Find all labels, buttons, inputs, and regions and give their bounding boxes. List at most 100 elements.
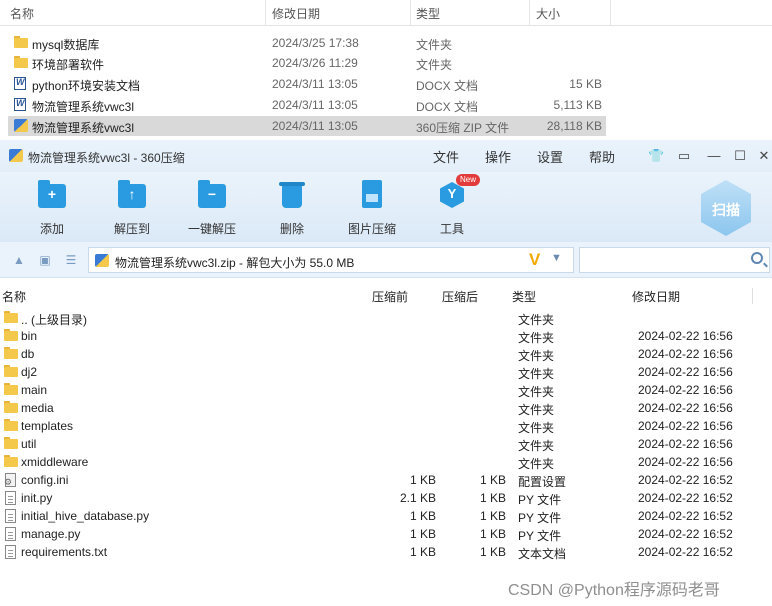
list-view-icon[interactable]: ☰ <box>63 253 79 267</box>
scan-button[interactable]: 扫描 <box>701 200 751 220</box>
tools-button[interactable]: Y New 工具 <box>417 174 487 237</box>
zip-list-row[interactable]: xmiddleware 文件夹 2024-02-22 16:56 <box>0 453 760 471</box>
file-name: mysql数据库 <box>32 38 100 52</box>
file-type: 配置设置 <box>518 475 567 489</box>
col-packed-size[interactable]: 压缩后 <box>442 288 478 305</box>
zip-list-row[interactable]: manage.py 1 KB 1 KB PY 文件 2024-02-22 16:52 <box>0 525 760 543</box>
col-size[interactable]: 大小 <box>536 5 560 22</box>
zip-list-row[interactable]: config.ini 1 KB 1 KB 配置设置 2024-02-22 16:52 <box>0 471 760 489</box>
file-type: 文件夹 <box>518 367 555 381</box>
col-type[interactable]: 类型 <box>416 5 440 22</box>
col-compressed-size[interactable]: 压缩前 <box>372 288 408 305</box>
delete-label: 删除 <box>279 222 304 236</box>
zip-list-row[interactable]: bin 文件夹 2024-02-22 16:56 <box>0 327 760 345</box>
search-icon[interactable] <box>751 252 763 264</box>
image-file-icon <box>356 180 388 210</box>
zip-list-row[interactable]: main 文件夹 2024-02-22 16:56 <box>0 381 760 399</box>
address-bar: ▲ ▣ ☰ 物流管理系统vwc3l.zip - 解包大小为 55.0 MB V … <box>0 242 772 278</box>
col-name[interactable]: 名称 <box>10 5 34 22</box>
original-size: 1 KB <box>409 509 436 523</box>
file-date: 2024/3/25 17:38 <box>272 36 359 50</box>
zip-list-row[interactable]: init.py 2.1 KB 1 KB PY 文件 2024-02-22 16:52 <box>0 489 760 507</box>
file-date: 2024-02-22 16:56 <box>638 365 733 379</box>
file-name: templates <box>21 419 74 433</box>
menu-settings[interactable]: 设置 <box>537 147 563 166</box>
packed-size: 1 KB <box>479 509 506 523</box>
folder-icon <box>4 401 18 415</box>
file-name: manage.py <box>21 527 81 541</box>
explorer-row[interactable]: 物流管理系统vwc3l 2024/3/11 13:05 DOCX 文档 5,11… <box>8 95 606 115</box>
up-arrow-icon[interactable]: ▲ <box>11 253 27 267</box>
column-divider[interactable] <box>410 0 411 26</box>
explorer-row[interactable]: mysql数据库 2024/3/25 17:38 文件夹 <box>8 33 606 53</box>
add-button[interactable]: + 添加 <box>17 180 87 237</box>
delete-button[interactable]: 删除 <box>257 180 327 237</box>
folder-icon <box>14 56 28 69</box>
zip-list-row[interactable]: media 文件夹 2024-02-22 16:56 <box>0 399 760 417</box>
file-name: bin <box>21 329 38 343</box>
file-date: 2024-02-22 16:52 <box>638 473 733 487</box>
zip-list-row[interactable]: util 文件夹 2024-02-22 16:56 <box>0 435 760 453</box>
column-divider[interactable] <box>265 0 266 26</box>
menu-operation[interactable]: 操作 <box>485 147 511 166</box>
zip-list-row[interactable]: templates 文件夹 2024-02-22 16:56 <box>0 417 760 435</box>
skin-icon[interactable]: 👕 <box>648 148 664 164</box>
window-titlebar[interactable]: 物流管理系统vwc3l - 360压缩 文件 操作 设置 帮助 👕 ▭ — ☐ … <box>0 140 772 172</box>
file-date: 2024-02-22 16:56 <box>638 347 733 361</box>
text-file-icon <box>4 509 18 523</box>
explorer-row[interactable]: 环境部署软件 2024/3/26 11:29 文件夹 <box>8 53 606 73</box>
original-size: 1 KB <box>409 545 436 559</box>
file-type: 文本文档 <box>518 547 567 561</box>
explorer-row[interactable]: python环境安装文档 2024/3/11 13:05 DOCX 文档 15 … <box>8 74 606 94</box>
zip-list-row[interactable]: db 文件夹 2024-02-22 16:56 <box>0 345 760 363</box>
text-file-icon <box>4 545 18 559</box>
file-size: 28,118 KB <box>546 119 602 133</box>
zip-archive-icon <box>95 254 109 267</box>
file-type: 文件夹 <box>416 58 453 72</box>
col-date[interactable]: 修改日期 <box>632 288 680 305</box>
thumbnail-view-icon[interactable]: ▣ <box>37 253 53 267</box>
minimize-button[interactable]: — <box>706 148 722 164</box>
chevron-down-icon[interactable]: ▼ <box>551 252 562 264</box>
file-date: 2024-02-22 16:56 <box>638 329 733 343</box>
text-file-icon <box>4 491 18 505</box>
file-name: config.ini <box>21 473 69 487</box>
close-button[interactable]: ✕ <box>756 148 772 164</box>
column-divider[interactable] <box>610 0 611 26</box>
image-compress-button[interactable]: 图片压缩 <box>337 180 407 237</box>
file-type: PY 文件 <box>518 511 562 525</box>
file-name: dj2 <box>21 365 38 379</box>
explorer-row-selected[interactable]: 物流管理系统vwc3l 2024/3/11 13:05 360压缩 ZIP 文件… <box>8 116 606 136</box>
column-divider[interactable] <box>752 288 753 304</box>
file-name: requirements.txt <box>21 545 108 559</box>
file-type: 360压缩 ZIP 文件 <box>416 121 510 135</box>
menu-help[interactable]: 帮助 <box>589 147 615 166</box>
folder-icon <box>4 419 18 433</box>
zip-list-header: 名称 压缩前 压缩后 类型 修改日期 <box>0 286 772 306</box>
menu-file[interactable]: 文件 <box>433 147 459 166</box>
col-date[interactable]: 修改日期 <box>272 5 320 22</box>
feedback-icon[interactable]: ▭ <box>676 148 692 164</box>
zip-list-row[interactable]: initial_hive_database.py 1 KB 1 KB PY 文件 202… <box>0 507 760 525</box>
path-field[interactable]: 物流管理系统vwc3l.zip - 解包大小为 55.0 MB V ▼ <box>88 247 574 273</box>
maximize-button[interactable]: ☐ <box>732 148 748 164</box>
config-file-icon <box>4 473 18 488</box>
column-divider[interactable] <box>529 0 530 26</box>
col-type[interactable]: 类型 <box>512 288 536 305</box>
one-click-extract-button[interactable]: − 一键解压 <box>177 180 247 237</box>
file-name: main <box>21 383 48 397</box>
one-click-extract-icon: − <box>196 180 228 210</box>
zip-list-row[interactable]: dj2 文件夹 2024-02-22 16:56 <box>0 363 760 381</box>
zip-window: 物流管理系统vwc3l - 360压缩 文件 操作 设置 帮助 👕 ▭ — ☐ … <box>0 140 772 606</box>
file-size: 5,113 KB <box>553 98 602 112</box>
search-input[interactable] <box>579 247 770 273</box>
zip-list-row[interactable]: requirements.txt 1 KB 1 KB 文本文档 2024-02-22 1… <box>0 543 760 561</box>
file-date: 2024/3/11 13:05 <box>272 77 358 91</box>
zip-archive-icon <box>14 119 28 132</box>
v-shield-icon[interactable]: V <box>529 250 540 270</box>
extract-to-button[interactable]: ↑ 解压到 <box>97 180 167 237</box>
tools-label: 工具 <box>439 222 464 236</box>
packed-size: 1 KB <box>479 491 506 505</box>
zip-list-row[interactable]: .. (上级目录) 文件夹 <box>0 309 760 327</box>
col-name[interactable]: 名称 <box>2 288 26 305</box>
